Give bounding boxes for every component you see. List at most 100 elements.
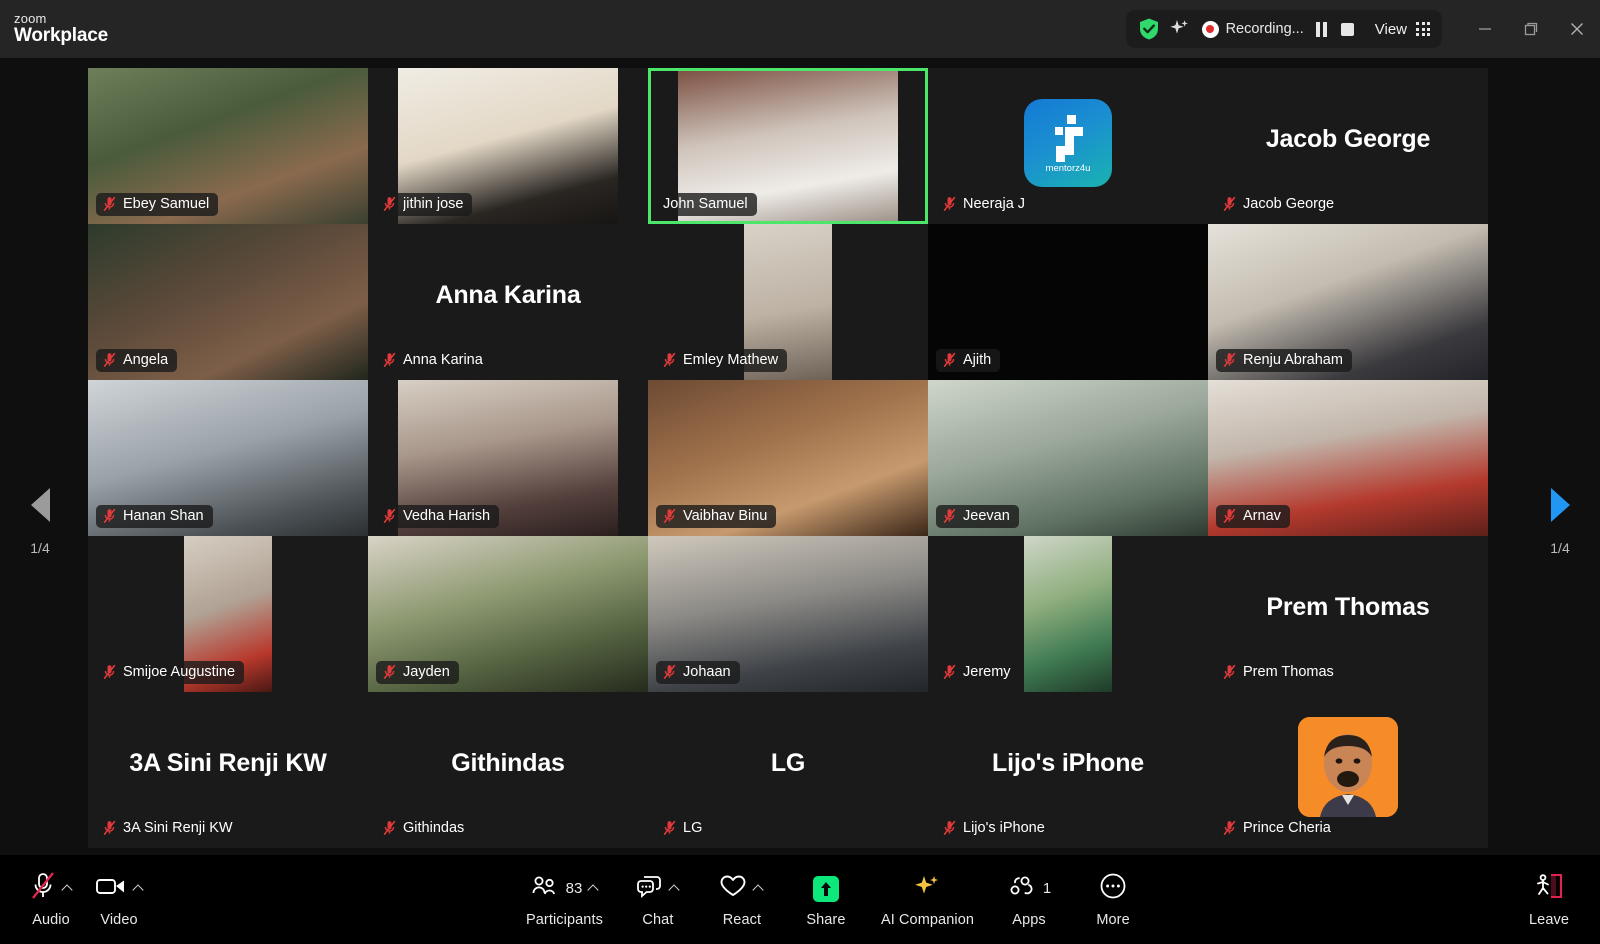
microphone-muted-icon	[383, 352, 396, 368]
participant-tile[interactable]: Githindas Githindas	[368, 692, 648, 848]
chat-bubble-icon	[635, 874, 663, 903]
participant-tile[interactable]: LG LG	[648, 692, 928, 848]
participants-button[interactable]: 83 Participants	[526, 865, 603, 935]
participant-tile[interactable]: 3A Sini Renji KW 3A Sini Renji KW	[88, 692, 368, 848]
chat-label: Chat	[642, 911, 674, 928]
participant-name: Johaan	[683, 664, 731, 680]
chat-caret-icon[interactable]	[669, 883, 680, 894]
microphone-muted-icon	[103, 352, 116, 368]
participant-tile[interactable]: Anna Karina Anna Karina	[368, 224, 648, 380]
participant-name: Prem Thomas	[1243, 664, 1334, 680]
ai-sparkle-icon[interactable]	[1169, 18, 1189, 40]
toolbar-left-group: Audio Video	[22, 865, 148, 935]
profile-photo-avatar	[1298, 716, 1398, 817]
share-button[interactable]: Share	[797, 865, 855, 935]
participant-tile[interactable]: Lijo's iPhone Lijo's iPhone	[928, 692, 1208, 848]
participants-count: 83	[565, 880, 583, 897]
ai-sparkle-icon	[912, 873, 942, 904]
participant-name: John Samuel	[663, 196, 748, 212]
participant-tile[interactable]: Vaibhav Binu	[648, 380, 928, 536]
participant-name-bar: Hanan Shan	[96, 505, 213, 528]
participant-name-bar: Prince Cheria	[1216, 817, 1340, 840]
stop-recording-button[interactable]	[1339, 21, 1356, 38]
participant-tile[interactable]: Ajith	[928, 224, 1208, 380]
participant-tile[interactable]: Vedha Harish	[368, 380, 648, 536]
close-button[interactable]	[1554, 0, 1600, 58]
participant-tile[interactable]: mentorz4u Neeraja J	[928, 68, 1208, 224]
participant-tile[interactable]: Jayden	[368, 536, 648, 692]
maximize-button[interactable]	[1508, 0, 1554, 58]
microphone-muted-icon	[1223, 196, 1236, 212]
participant-tile[interactable]: jithin jose	[368, 68, 648, 224]
security-shield-icon[interactable]	[1138, 17, 1160, 41]
participant-tile[interactable]: Prem Thomas Prem Thomas	[1208, 536, 1488, 692]
participant-tile[interactable]: Hanan Shan	[88, 380, 368, 536]
microphone-muted-icon	[1223, 352, 1236, 368]
view-button[interactable]: View	[1365, 21, 1430, 38]
share-screen-icon	[812, 875, 839, 902]
react-button[interactable]: React	[713, 865, 771, 935]
heart-icon	[719, 874, 747, 903]
microphone-muted-icon	[103, 508, 116, 524]
next-page-button[interactable]: 1/4	[1520, 488, 1600, 556]
participant-name-bar: Jeevan	[936, 505, 1019, 528]
brand-line-workplace: Workplace	[14, 24, 108, 46]
participant-name: Lijo's iPhone	[963, 820, 1045, 836]
participant-name-bar: Prem Thomas	[1216, 661, 1343, 684]
view-label: View	[1374, 20, 1407, 38]
audio-options-caret-icon[interactable]	[62, 883, 73, 894]
apps-count: 1	[1042, 880, 1052, 897]
more-ellipsis-icon	[1099, 872, 1127, 905]
participant-tile[interactable]: Renju Abraham	[1208, 224, 1488, 380]
participant-tile[interactable]: Jeevan	[928, 380, 1208, 536]
participant-name: Ebey Samuel	[123, 196, 210, 212]
participant-name-bar: Githindas	[376, 817, 474, 840]
recording-indicator[interactable]: Recording...	[1198, 20, 1304, 38]
microphone-muted-icon	[943, 196, 956, 212]
video-button[interactable]: Video	[90, 865, 148, 935]
participant-name: Hanan Shan	[123, 508, 204, 524]
video-stage: 1/4 1/4 Ebey Samuel jithin jose John Samue…	[0, 58, 1600, 855]
title-bar: zoom Workplace Recording... View	[0, 0, 1600, 58]
pause-recording-button[interactable]	[1313, 21, 1330, 38]
microphone-muted-icon	[383, 508, 396, 524]
participant-name-bar: Jeremy	[936, 661, 1020, 684]
more-button[interactable]: More	[1084, 865, 1142, 935]
ai-companion-button[interactable]: AI Companion	[881, 865, 974, 935]
participant-tile[interactable]: Jacob George Jacob George	[1208, 68, 1488, 224]
participant-tile[interactable]: Arnav	[1208, 380, 1488, 536]
participant-name-bar: Angela	[96, 349, 178, 372]
microphone-muted-icon	[383, 820, 396, 836]
participant-tile[interactable]: Ebey Samuel	[88, 68, 368, 224]
microphone-muted-icon	[103, 664, 116, 680]
participant-name-bar: 3A Sini Renji KW	[96, 817, 242, 840]
participant-tile[interactable]: Emley Mathew	[648, 224, 928, 380]
leave-button[interactable]: Leave	[1520, 865, 1578, 935]
participant-tile[interactable]: Smijoe Augustine	[88, 536, 368, 692]
participant-tile[interactable]: Jeremy	[928, 536, 1208, 692]
participant-tile[interactable]: John Samuel	[648, 68, 928, 224]
audio-label: Audio	[32, 911, 70, 928]
audio-button[interactable]: Audio	[22, 865, 80, 935]
brand-line-zoom: zoom	[14, 11, 47, 27]
participant-name-bar: Ebey Samuel	[96, 193, 219, 216]
microphone-muted-icon	[943, 508, 956, 524]
participants-caret-icon[interactable]	[588, 883, 599, 894]
video-options-caret-icon[interactable]	[133, 883, 144, 894]
participant-name: Githindas	[403, 820, 465, 836]
participant-name-bar: Vedha Harish	[376, 505, 500, 528]
svg-text:mentorz4u: mentorz4u	[1046, 163, 1091, 174]
video-label: Video	[100, 911, 138, 928]
chat-button[interactable]: Chat	[629, 865, 687, 935]
previous-page-button[interactable]: 1/4	[0, 488, 80, 556]
participant-tile[interactable]: Prince Cheria	[1208, 692, 1488, 848]
participant-tile[interactable]: Johaan	[648, 536, 928, 692]
participant-tile[interactable]: Angela	[88, 224, 368, 380]
minimize-button[interactable]	[1462, 0, 1508, 58]
participant-name: Arnav	[1243, 508, 1281, 524]
apps-button[interactable]: 1 Apps	[1000, 865, 1058, 935]
microphone-muted-icon	[663, 352, 676, 368]
react-caret-icon[interactable]	[753, 883, 764, 894]
more-label: More	[1096, 911, 1130, 928]
participant-name: Jeremy	[963, 664, 1011, 680]
